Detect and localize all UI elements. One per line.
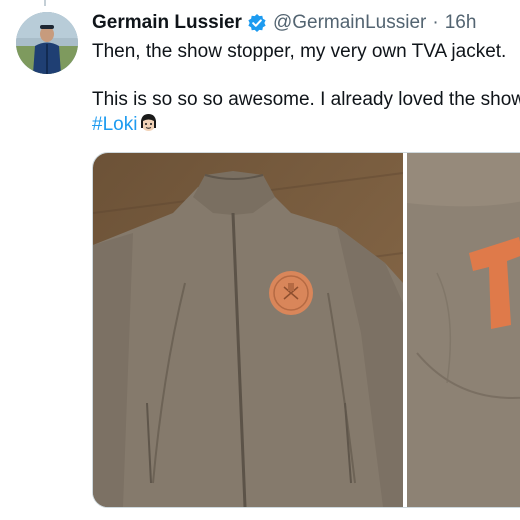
tweet-text: Then, the show stopper, my very own TVA … bbox=[92, 40, 520, 136]
loki-face-emoji-icon bbox=[138, 112, 159, 133]
display-name[interactable]: Germain Lussier bbox=[92, 11, 242, 35]
thread-line bbox=[44, 0, 46, 6]
tweet-header: Germain Lussier @GermainLussier · 16h bbox=[92, 11, 476, 35]
avatar[interactable] bbox=[16, 12, 78, 74]
user-handle[interactable]: @GermainLussier bbox=[273, 11, 426, 35]
jacket-photo[interactable] bbox=[93, 153, 403, 507]
tweet[interactable]: Germain Lussier @GermainLussier · 16h Th… bbox=[0, 0, 520, 520]
tweet-text-line-1: Then, the show stopper, my very own TVA … bbox=[92, 41, 507, 62]
separator-dot: · bbox=[432, 12, 439, 33]
hashtag-line: #Loki bbox=[92, 112, 520, 136]
hashtag-link[interactable]: #Loki bbox=[92, 114, 137, 135]
media-grid bbox=[92, 152, 520, 508]
tweet-text-line-2: This is so so so awesome. I already love… bbox=[92, 89, 520, 110]
verified-badge-icon bbox=[247, 13, 267, 33]
jacket-back-photo[interactable] bbox=[407, 153, 520, 507]
timestamp[interactable]: 16h bbox=[445, 11, 477, 35]
